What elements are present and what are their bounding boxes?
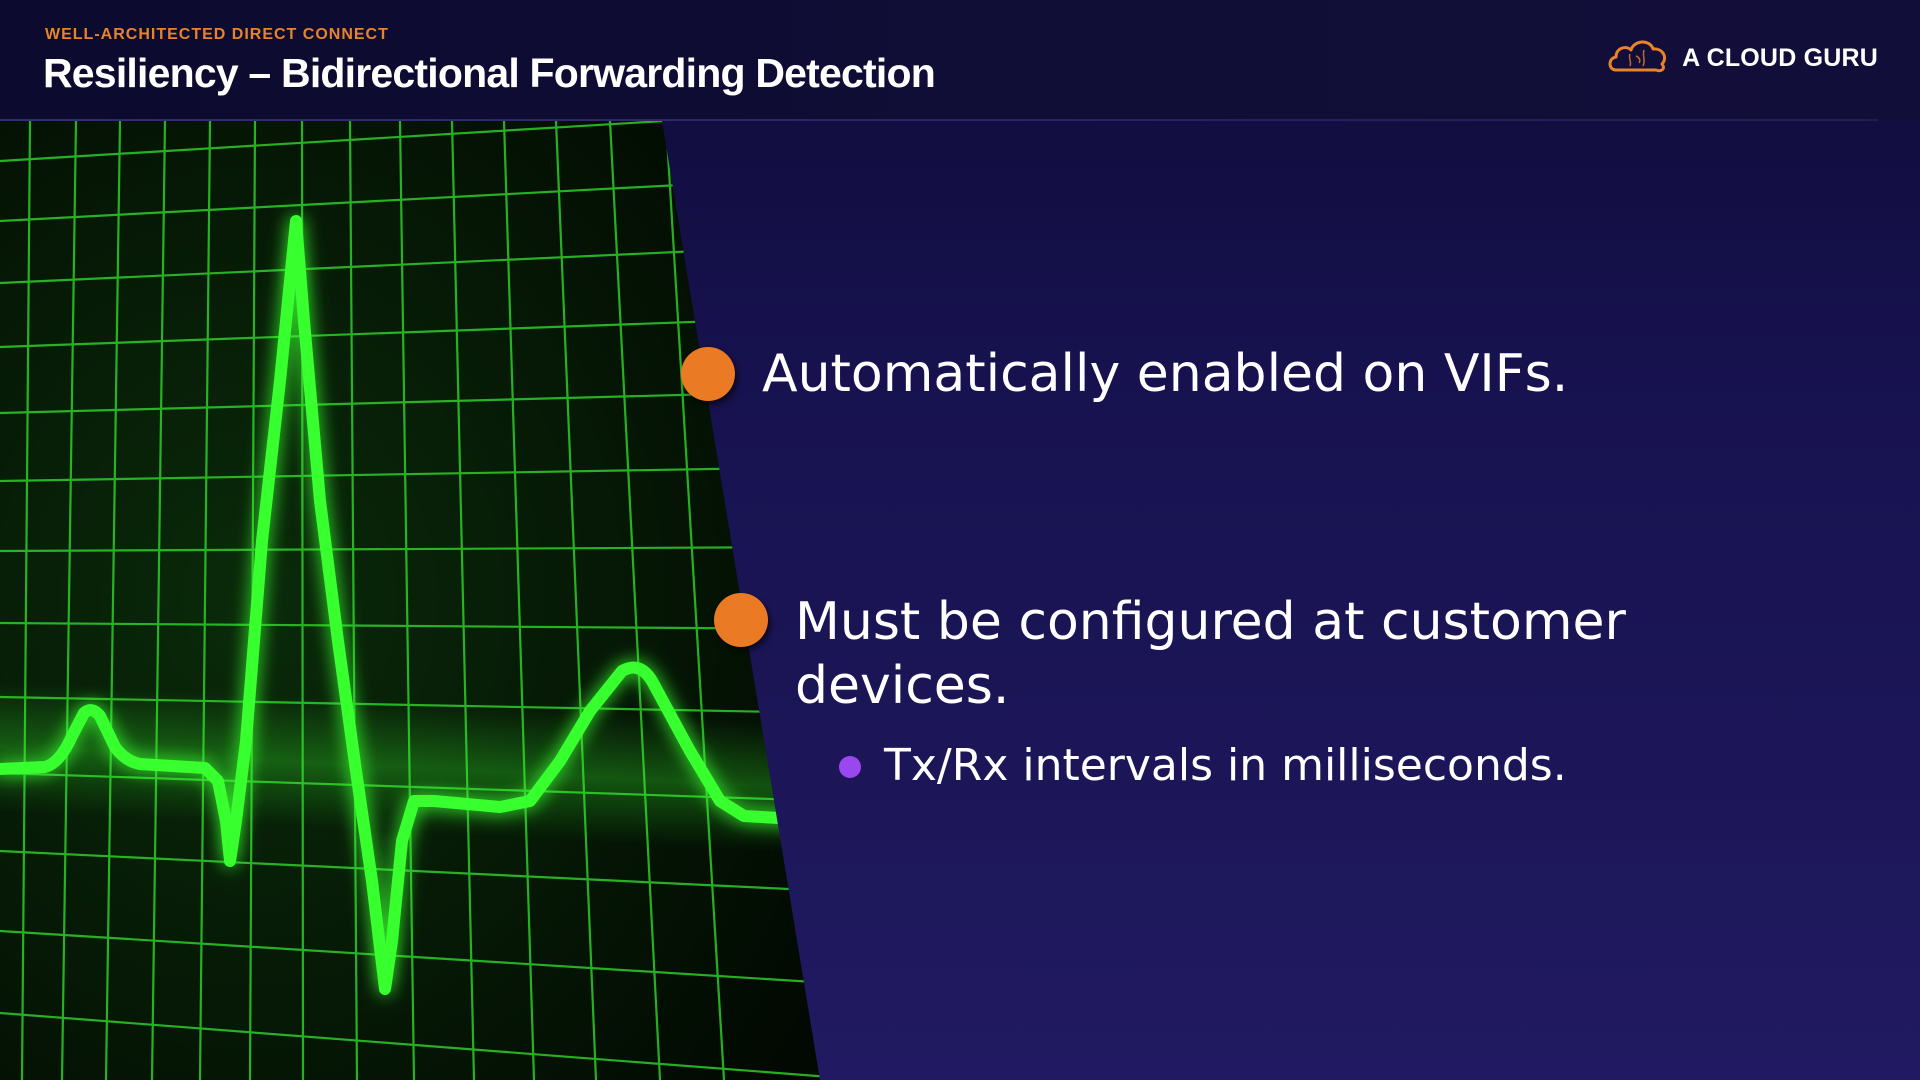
bullet-list: Automatically enabled on VIFs. Must be c… (0, 0, 1920, 1080)
bullet-1-text: Automatically enabled on VIFs. (762, 344, 1569, 404)
bullet-2-line1: Must be configured at customer (795, 592, 1626, 652)
sub-bullet-dot-1 (839, 756, 861, 778)
bullet-2-line2: devices. (795, 656, 1010, 716)
bullet-dot-2 (714, 593, 768, 647)
bullet-dot-1 (681, 347, 735, 401)
sub-bullet-1-text: Tx/Rx intervals in milliseconds. (884, 740, 1567, 791)
